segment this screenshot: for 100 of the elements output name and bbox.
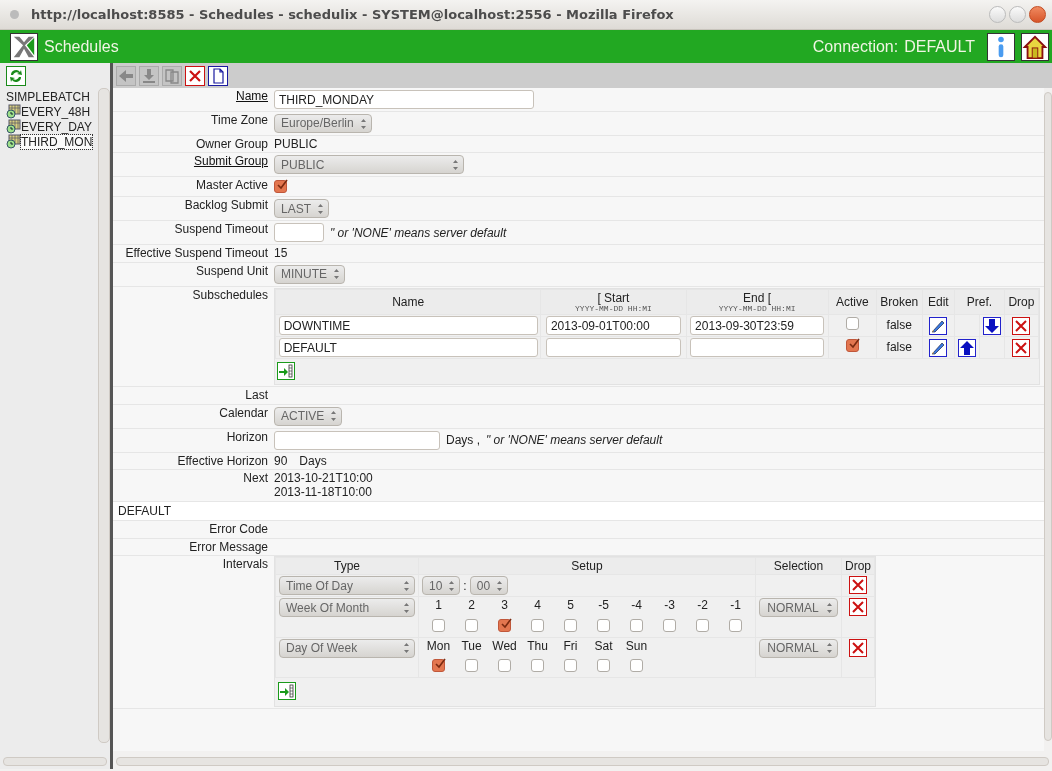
option-label: 1 [435,598,442,613]
checkbox[interactable] [630,618,643,632]
hint-text: " or 'NONE' means server default [486,432,663,448]
new-document-icon[interactable] [208,65,228,86]
time-separator: : [463,578,467,593]
updown-arrows-icon [826,642,833,655]
arrow-up-icon[interactable] [957,338,976,357]
delete-icon[interactable] [849,638,867,657]
checkbox[interactable] [432,618,445,632]
checkbox[interactable] [597,659,610,673]
dropdown[interactable]: NORMAL [759,598,838,618]
cell-value: false [886,340,912,355]
add-row-icon[interactable] [278,682,296,701]
field-label: Subschedules [191,286,269,304]
field-link[interactable]: Submit Group [113,153,271,177]
column-header: Drop [1007,294,1036,310]
dropdown[interactable]: NORMAL [759,638,838,658]
refresh-icon[interactable] [6,66,26,86]
checkbox[interactable] [845,317,859,331]
dropdown[interactable]: PUBLIC [274,155,464,175]
checkbox[interactable] [531,618,544,632]
field-label: Horizon [225,428,269,446]
window-menu-icon[interactable] [10,10,19,19]
text-field[interactable]: THIRD_MONDAY [274,90,534,109]
home-icon[interactable] [1021,32,1049,61]
tree-item[interactable]: EVERY_48H [0,104,98,120]
section-heading: DEFAULT [113,501,1044,522]
column-header: Edit [927,294,950,310]
minimize-button[interactable] [989,6,1006,23]
format-hint: YYYY-MM-DD HH:MI [574,305,653,314]
dropdown[interactable]: MINUTE [274,264,345,284]
checkbox[interactable] [597,618,610,632]
dropdown[interactable]: Time Of Day [279,576,415,596]
text-field[interactable] [690,338,825,358]
column-header: Selection [773,558,824,573]
column-header: Setup [571,558,603,573]
info-icon[interactable] [987,32,1015,61]
option-label: Tue [461,638,482,654]
delete-icon[interactable] [1012,338,1031,357]
delete-icon[interactable] [849,576,867,595]
hint-text: " or 'NONE' means server default [330,225,507,241]
checkbox[interactable] [498,659,511,673]
option-label: -4 [631,598,642,613]
edit-pencil-icon[interactable] [929,338,948,357]
checkbox[interactable] [432,659,445,673]
arrow-down-icon[interactable] [982,316,1001,335]
checkbox[interactable] [696,618,709,632]
checkbox[interactable] [564,618,577,632]
tree-item[interactable]: EVERY_DAY [0,119,98,135]
updown-arrows-icon [333,268,340,281]
tree-root-item[interactable]: SIMPLEBATCH [0,90,98,105]
delete-icon[interactable] [849,598,867,617]
option-label: Wed [492,638,517,654]
option-label: -3 [664,598,675,613]
delete-icon[interactable] [185,65,205,86]
option-label: -1 [730,598,741,613]
updown-arrows-icon [403,601,410,614]
dropdown[interactable]: 00 [469,576,509,596]
text-field[interactable] [545,338,681,358]
field-label: Time Zone [210,112,269,129]
checkbox[interactable] [845,339,859,353]
checkbox[interactable] [729,618,742,632]
maximize-button[interactable] [1009,6,1026,23]
field-link[interactable]: Name [113,88,271,111]
dropdown[interactable]: 10 [422,576,461,596]
updown-arrows-icon [317,202,324,215]
checkbox[interactable] [465,659,478,673]
updown-arrows-icon [448,579,456,592]
field-label: Backlog Submit [183,197,269,215]
calendar-clock-icon [6,119,21,135]
checkbox[interactable] [274,180,287,194]
updown-arrows-icon [403,579,410,592]
updown-arrows-icon [359,117,367,130]
delete-icon[interactable] [1012,316,1031,335]
checkbox[interactable] [465,618,478,632]
cell-value: false [886,318,912,333]
checkbox[interactable] [498,618,511,632]
add-row-icon[interactable] [277,362,295,381]
field-value: 90 [274,453,288,468]
dropdown[interactable]: ACTIVE [274,406,343,426]
text-field[interactable]: 2013-09-01T00:00 [545,316,681,336]
text-field[interactable]: 2013-09-30T23:59 [690,316,825,336]
window-title: http://localhost:8585 - Schedules - schedulix - SYSTEM@localhost:2556 - Mozilla Firefox [31,6,674,23]
checkbox[interactable] [630,659,643,673]
checkbox[interactable] [564,659,577,673]
date-value: 2013-11-18T10:00 [274,485,373,500]
dropdown[interactable]: Week Of Month [279,598,415,618]
dropdown[interactable]: Europe/Berlin [274,114,372,133]
edit-pencil-icon[interactable] [929,316,948,335]
option-label: 5 [567,598,574,613]
text-field[interactable] [274,223,324,243]
dropdown[interactable]: LAST [274,199,329,219]
text-field[interactable]: DOWNTIME [278,316,538,336]
field-label: Calendar [218,404,269,422]
dropdown[interactable]: Day Of Week [279,638,415,658]
checkbox[interactable] [663,618,676,632]
text-field[interactable] [274,430,440,450]
close-button[interactable] [1029,6,1046,23]
text-field[interactable]: DEFAULT [278,338,538,358]
checkbox[interactable] [531,659,544,673]
